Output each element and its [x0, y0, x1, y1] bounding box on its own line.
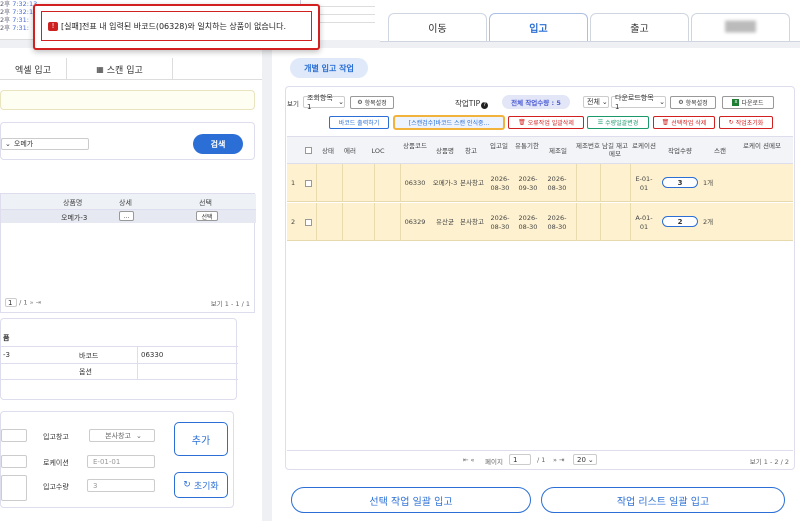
first-page-icon[interactable]: ⇤ «: [463, 456, 475, 464]
filter-select[interactable]: 전체 ⌄: [583, 96, 609, 108]
list-icon: ☰: [597, 119, 604, 126]
alert-icon: !: [48, 21, 58, 31]
product-select[interactable]: ⌄ 오메가: [1, 138, 89, 150]
help-icon: ?: [481, 102, 489, 109]
select-all-checkbox[interactable]: [305, 147, 312, 154]
product-table-header: 상품명 상세 선택: [1, 194, 256, 210]
excel-icon: x: [732, 99, 740, 106]
trash-icon: 🗑: [518, 119, 526, 126]
table-row[interactable]: 2 06329 유산균 본사창고 2026-08-30 2026-08-30 2…: [287, 203, 793, 241]
tab-outbound[interactable]: 출고: [590, 13, 689, 41]
row-checkbox[interactable]: [305, 180, 312, 187]
reset-button[interactable]: ↻ 초기화: [174, 472, 228, 498]
error-toast: ! [실패]전표 내 입력된 바코드(06328)와 일치하는 상품이 없습니다…: [33, 4, 320, 50]
search-button[interactable]: 검색: [193, 134, 243, 154]
chevron-down-icon: ⌄: [587, 455, 594, 464]
gear-icon: ⚙: [357, 99, 363, 106]
qty-field[interactable]: 2: [662, 216, 698, 227]
work-tip[interactable]: 작업TIP?: [455, 98, 489, 109]
bulk-qty-change-button[interactable]: ☰ 수량일괄변경: [587, 116, 649, 129]
trash-icon: 🗑: [661, 119, 670, 126]
warehouse-select[interactable]: 본사창고 ⌄: [89, 429, 155, 442]
refresh-icon: ↻: [728, 119, 734, 126]
log-line: 2후 7:31:: [0, 16, 29, 24]
section-title: 개별 입고 작업: [290, 58, 368, 78]
qty-input[interactable]: 3: [87, 479, 155, 492]
row-checkbox[interactable]: [305, 219, 312, 226]
total-qty-badge: 전체 작업수량 : 5: [502, 95, 570, 109]
left-pager: 1 / 1 » ⇥: [5, 298, 41, 307]
table-row[interactable]: 1 06330 오메가-3 본사창고 2026-08-30 2026-09-30…: [287, 164, 793, 202]
top-tab-bar: 이동 입고 출고 ████: [380, 0, 800, 42]
delete-selected-button[interactable]: 🗑 선택작업 삭제: [653, 116, 715, 129]
print-barcode-button[interactable]: 바코드 출력하기: [329, 116, 389, 129]
column-settings-button[interactable]: ⚙ 항목설정: [350, 96, 394, 109]
column-settings-button-2[interactable]: ⚙ 항목설정: [670, 96, 716, 109]
refresh-icon: ↻: [183, 480, 191, 490]
page-input[interactable]: 1: [509, 454, 531, 465]
tab-excel-inbound[interactable]: 엑셀 입고: [0, 58, 66, 80]
detail-button[interactable]: ...: [119, 211, 134, 221]
tab-inbound[interactable]: 입고: [489, 13, 588, 41]
gear-icon: ⚙: [678, 99, 684, 106]
product-table: 상품명 상세 선택 오메가-3 ... 선택 1 / 1 » ⇥ 보기 1 - …: [0, 193, 256, 313]
location-input[interactable]: E-01-01: [87, 455, 155, 468]
download-button[interactable]: x 다운로드: [722, 96, 774, 109]
chevron-down-icon: ⌄: [5, 140, 11, 148]
log-line: 2후 7:31:: [0, 24, 29, 32]
reset-jobs-button[interactable]: ↻ 작업초기화: [719, 116, 773, 129]
log-line: 2후 7:32:1: [0, 8, 34, 16]
qty-field[interactable]: 3: [662, 177, 698, 188]
delete-error-jobs-button[interactable]: 🗑 오류작업 일괄삭제: [508, 116, 584, 129]
form-input-1[interactable]: [1, 429, 27, 442]
notice-box: [0, 90, 255, 110]
search-filter-box: ⌄ 오메가 검색: [0, 122, 255, 160]
barcode-icon: ▦: [96, 64, 104, 74]
page-input[interactable]: 1: [5, 298, 17, 307]
bulk-inbound-selected-button[interactable]: 선택 작업 일괄 입고: [291, 487, 531, 513]
scan-check-button[interactable]: [스캔검수]바코드 스캔 인식중...: [393, 115, 505, 130]
log-line: 2후 7:32:13: [0, 0, 38, 8]
error-message: [실패]전표 내 입력된 바코드(06328)와 일치하는 상품이 없습니다.: [61, 21, 287, 31]
tab-scan-inbound[interactable]: ▦ 스캔 입고: [67, 58, 172, 80]
download-item-select[interactable]: 다운로드항목1 ⌄: [611, 94, 666, 111]
chevron-down-icon: ⌄: [601, 98, 608, 106]
chevron-down-icon: ⌄: [338, 98, 344, 106]
tab-move[interactable]: 이동: [388, 13, 487, 41]
chevron-down-icon: ⌄: [659, 98, 665, 106]
grid-header: 상태 에러 LOC 상품코드 상품명 창고 입고일 유통기한 제조일 제조번호 …: [287, 136, 793, 164]
left-pager-info: 보기 1 - 1 / 1: [210, 300, 250, 308]
inbound-form: 입고창고 본사창고 ⌄ 로케이션 E-01-01 입고수량 3 추가 ↻ 초기화: [0, 411, 234, 508]
chevron-down-icon: ⌄: [135, 431, 142, 440]
form-input-3[interactable]: [1, 475, 27, 501]
next-page-icon[interactable]: » ⇥: [30, 299, 42, 307]
page-size-select[interactable]: 20 ⌄: [573, 454, 597, 465]
bulk-inbound-list-button[interactable]: 작업 리스트 일괄 입고: [541, 487, 785, 513]
form-input-2[interactable]: [1, 455, 27, 468]
barcode-value: 06330: [141, 351, 164, 359]
left-tabs: 엑셀 입고 ▦ 스캔 입고: [0, 58, 262, 80]
tab-hidden[interactable]: ████: [691, 13, 790, 41]
table-row[interactable]: 오메가-3 ... 선택: [1, 210, 256, 223]
select-button[interactable]: 선택: [196, 211, 218, 221]
grid-pager: ⇤ « 페이지 1 / 1 » ⇥ 20 ⌄ 보기 1 - 2 / 2: [287, 450, 793, 468]
product-detail-box: 품 -3 바코드 06330 옵션: [0, 318, 238, 400]
next-page-icon[interactable]: » ⇥: [553, 456, 565, 464]
view-select[interactable]: 조회항목1 ⌄: [303, 94, 345, 111]
add-button[interactable]: 추가: [174, 422, 228, 456]
error-message-box: ! [실패]전표 내 입력된 바코드(06328)와 일치하는 상품이 없습니다…: [41, 11, 312, 41]
